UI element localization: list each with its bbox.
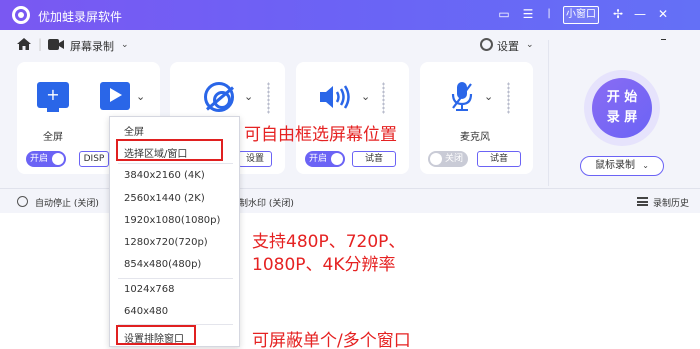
start-record-line1: 开 始: [606, 90, 638, 105]
mic-toggle[interactable]: 关闭: [428, 151, 468, 167]
region-select-icon[interactable]: [100, 82, 130, 110]
message-icon[interactable]: ▭: [497, 7, 511, 21]
annotation-region: 可自由框选屏幕位置: [244, 125, 397, 145]
toggle-knob: [430, 153, 442, 165]
screen-toggle-label: 开启: [30, 154, 49, 164]
mic-toggle-label: 关闭: [445, 154, 464, 164]
highlight-select-region: [116, 139, 223, 161]
annotation-resolution-2: 1080P、4K分辨率: [252, 255, 396, 275]
list-icon: [637, 197, 648, 206]
audio-toggle[interactable]: 开启: [305, 151, 345, 167]
toggle-knob: [52, 153, 64, 165]
status-bar: 自动停止 (关闭) 录制水印 (关闭) 录制历史: [0, 188, 700, 213]
menu-item-fullscreen[interactable]: 全屏: [124, 123, 144, 138]
menu-item-2k[interactable]: 2560x1440 (2K): [124, 193, 205, 204]
clock-icon: [17, 196, 28, 207]
annotation-resolution-1: 支持480P、720P、: [252, 232, 406, 252]
chevron-down-icon[interactable]: ⌄: [484, 90, 493, 103]
screen-toggle[interactable]: 开启: [26, 151, 66, 167]
camera-settings-button[interactable]: 设置: [238, 151, 272, 167]
chevron-down-icon[interactable]: ⌄: [361, 90, 370, 103]
start-record-button[interactable]: 开 始 录 屏: [584, 70, 660, 146]
menu-divider: [118, 163, 233, 164]
mic-label: 麦克风: [460, 132, 490, 143]
pin-icon[interactable]: ✢: [611, 7, 625, 21]
screen-mode-label: 全屏: [43, 132, 63, 143]
toggle-knob: [331, 153, 343, 165]
settings-button[interactable]: 设置: [497, 38, 519, 54]
mouse-record-dropdown[interactable]: 鼠标录制 ⌄: [580, 156, 664, 176]
microphone-off-icon[interactable]: [451, 80, 473, 112]
mini-window-button[interactable]: 小窗口: [563, 6, 599, 24]
title-bar: 优加蛙录屏软件 ▭ ☰ | 小窗口 ✢ — ✕: [0, 0, 700, 30]
mic-test-button[interactable]: 试音: [477, 151, 521, 167]
audio-level-meter: [382, 82, 385, 114]
camera-level-meter: [267, 82, 270, 114]
close-icon[interactable]: ✕: [656, 7, 670, 21]
app-title: 优加蛙录屏软件: [38, 10, 123, 24]
start-record-line2: 录 屏: [606, 110, 638, 125]
audio-test-button[interactable]: 试音: [352, 151, 396, 167]
history-button[interactable]: 录制历史: [653, 196, 689, 209]
menu-divider: [118, 278, 233, 279]
menu-item-4k[interactable]: 3840x2160 (4K): [124, 170, 205, 181]
annotation-exclude: 可屏蔽单个/多个窗口: [252, 331, 411, 349]
menu-item-1024x768[interactable]: 1024x768: [124, 284, 174, 295]
auto-stop-button[interactable]: 自动停止 (关闭): [35, 196, 99, 209]
display-select-button[interactable]: DISP: [79, 151, 109, 167]
menu-item-720p[interactable]: 1280x720(720p): [124, 237, 208, 248]
speaker-icon[interactable]: [318, 84, 352, 110]
menu-item-1080p[interactable]: 1920x1080(1080p): [124, 215, 220, 226]
menu-item-480p[interactable]: 854x480(480p): [124, 259, 201, 270]
chevron-down-icon: ⌄: [642, 161, 649, 170]
chevron-down-icon[interactable]: ⌄: [136, 90, 145, 103]
menu-item-640x480[interactable]: 640x480: [124, 306, 168, 317]
highlight-exclude-window: [116, 325, 196, 345]
app-window: 优加蛙录屏软件 ▭ ☰ | 小窗口 ✢ — ✕ | 屏幕录制 ⌄ 设置 ⌄ ⌄ …: [0, 0, 700, 213]
camera-off-icon[interactable]: [204, 82, 234, 112]
toolbar-divider: |: [38, 37, 43, 51]
audio-toggle-label: 开启: [309, 154, 328, 164]
fullscreen-icon[interactable]: +: [37, 82, 69, 112]
app-logo-icon: [12, 6, 30, 24]
chevron-down-icon[interactable]: ⌄: [526, 40, 534, 50]
divider-icon: |: [547, 8, 551, 19]
home-icon[interactable]: [17, 38, 31, 50]
menu-icon[interactable]: ☰: [521, 7, 535, 21]
minimize-icon[interactable]: —: [633, 7, 647, 21]
mic-level-meter: [507, 82, 510, 114]
video-camera-icon: [48, 39, 64, 50]
chevron-down-icon[interactable]: ⌄: [244, 90, 253, 103]
chevron-down-icon[interactable]: ⌄: [121, 40, 129, 50]
mouse-record-label: 鼠标录制: [595, 160, 636, 171]
record-mode-label[interactable]: 屏幕录制: [70, 38, 114, 54]
gear-icon[interactable]: [480, 38, 493, 51]
start-record-inner[interactable]: 开 始 录 屏: [592, 78, 652, 138]
